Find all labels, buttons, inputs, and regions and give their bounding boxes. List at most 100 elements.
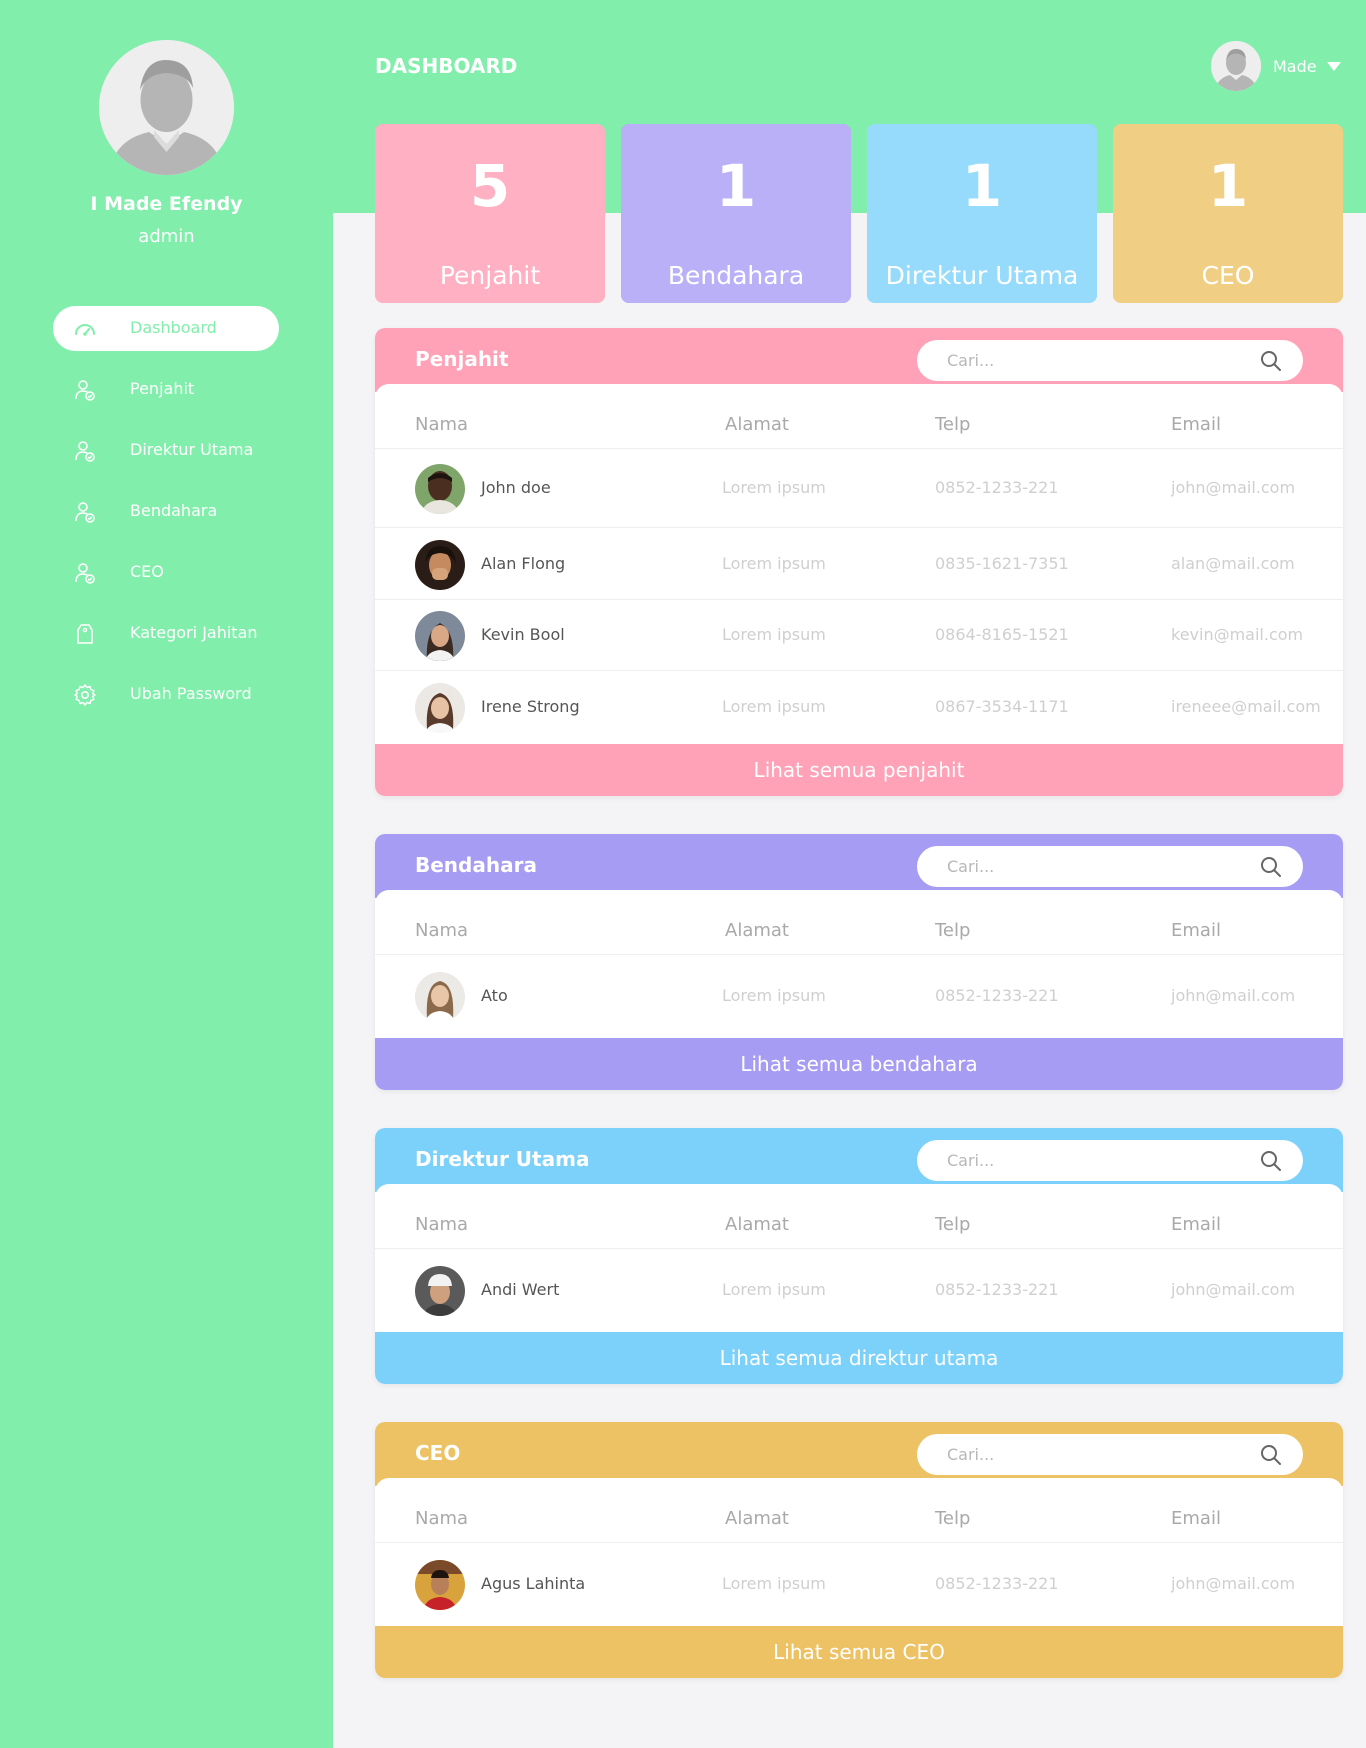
cell-email: john@mail.com <box>1171 478 1296 497</box>
person-photo-icon <box>415 683 465 733</box>
view-all-bendahara-button[interactable]: Lihat semua bendahara <box>375 1038 1343 1090</box>
search-input[interactable]: Cari... <box>917 1140 1303 1181</box>
sidebar-item-bendahara[interactable]: Bendahara <box>53 489 279 534</box>
user-check-icon <box>75 380 95 401</box>
stat-card-bendahara[interactable]: 1 Bendahara <box>621 124 851 303</box>
person-photo-icon <box>415 464 465 514</box>
button-label: Lihat semua direktur utama <box>719 1346 999 1370</box>
cell-alamat: Lorem ipsum <box>722 1280 826 1299</box>
sidebar-item-label: Ubah Password <box>130 684 252 703</box>
search-icon[interactable] <box>1259 349 1283 373</box>
cell-email: alan@mail.com <box>1171 554 1295 573</box>
avatar <box>415 1560 465 1610</box>
stat-count: 1 <box>715 152 757 220</box>
sidebar-nav: Dashboard Penjahit Direktur Utama Bendah… <box>53 306 279 733</box>
column-email: Email <box>1171 414 1221 435</box>
sidebar-item-kategori-jahitan[interactable]: Kategori Jahitan <box>53 611 279 656</box>
table-header: Nama Alamat Telp Email <box>375 392 1343 449</box>
stat-card-direktur-utama[interactable]: 1 Direktur Utama <box>867 124 1097 303</box>
panel-title: Penjahit <box>415 347 509 371</box>
search-input[interactable]: Cari... <box>917 340 1303 381</box>
cell-alamat: Lorem ipsum <box>722 1574 826 1593</box>
avatar <box>415 540 465 590</box>
avatar <box>415 611 465 661</box>
cell-email: john@mail.com <box>1171 1574 1296 1593</box>
cell-alamat: Lorem ipsum <box>722 625 826 644</box>
person-photo-icon <box>415 1266 465 1316</box>
column-nama: Nama <box>415 1214 469 1235</box>
sidebar-item-label: Dashboard <box>130 318 217 337</box>
search-placeholder: Cari... <box>947 1445 995 1464</box>
table-row[interactable]: Irene Strong Lorem ipsum 0867-3534-1171 … <box>375 672 1343 744</box>
search-input[interactable]: Cari... <box>917 1434 1303 1475</box>
column-email: Email <box>1171 1214 1221 1235</box>
column-alamat: Alamat <box>725 1214 789 1235</box>
user-check-icon <box>75 441 95 462</box>
cell-nama: Andi Wert <box>481 1280 560 1299</box>
avatar <box>415 683 465 733</box>
table-row[interactable]: Agus Lahinta Lorem ipsum 0852-1233-221 j… <box>375 1544 1343 1626</box>
column-telp: Telp <box>935 1508 971 1529</box>
cell-alamat: Lorem ipsum <box>722 697 826 716</box>
profile-name: I Made Efendy <box>90 193 243 215</box>
button-label: Lihat semua penjahit <box>753 758 965 782</box>
search-icon[interactable] <box>1259 855 1283 879</box>
sidebar-item-label: Direktur Utama <box>130 440 254 459</box>
cell-telp: 0852-1233-221 <box>935 986 1059 1005</box>
stat-label: CEO <box>1201 261 1255 290</box>
cell-nama: Alan Flong <box>481 554 566 573</box>
cell-telp: 0852-1233-221 <box>935 478 1059 497</box>
cell-alamat: Lorem ipsum <box>722 986 826 1005</box>
view-all-penjahit-button[interactable]: Lihat semua penjahit <box>375 744 1343 796</box>
column-nama: Nama <box>415 1508 469 1529</box>
stat-card-ceo[interactable]: 1 CEO <box>1113 124 1343 303</box>
table-row[interactable]: Ato Lorem ipsum 0852-1233-221 john@mail.… <box>375 956 1343 1038</box>
search-icon[interactable] <box>1259 1149 1283 1173</box>
avatar <box>1211 41 1261 91</box>
sidebar-item-direktur-utama[interactable]: Direktur Utama <box>53 428 279 473</box>
table-header: Nama Alamat Telp Email <box>375 1192 1343 1249</box>
table-row[interactable]: Andi Wert Lorem ipsum 0852-1233-221 john… <box>375 1250 1343 1332</box>
sidebar-item-penjahit[interactable]: Penjahit <box>53 367 279 412</box>
stat-card-penjahit[interactable]: 5 Penjahit <box>375 124 605 303</box>
table-row[interactable]: John doe Lorem ipsum 0852-1233-221 john@… <box>375 450 1343 528</box>
user-menu[interactable]: Made <box>1211 40 1341 92</box>
stat-label: Penjahit <box>439 261 541 290</box>
table-header: Nama Alamat Telp Email <box>375 1486 1343 1543</box>
caret-down-icon <box>1326 61 1341 71</box>
cell-telp: 0835-1621-7351 <box>935 554 1069 573</box>
sidebar-item-ceo[interactable]: CEO <box>53 550 279 595</box>
sidebar-item-label: Kategori Jahitan <box>130 623 258 642</box>
gauge-icon <box>75 324 95 336</box>
search-placeholder: Cari... <box>947 1151 995 1170</box>
column-alamat: Alamat <box>725 414 789 435</box>
cell-nama: Agus Lahinta <box>481 1574 586 1593</box>
cell-telp: 0852-1233-221 <box>935 1574 1059 1593</box>
cell-email: john@mail.com <box>1171 986 1296 1005</box>
button-label: Lihat semua bendahara <box>740 1052 978 1076</box>
column-telp: Telp <box>935 1214 971 1235</box>
sidebar-item-ubah-password[interactable]: Ubah Password <box>53 672 279 717</box>
search-input[interactable]: Cari... <box>917 846 1303 887</box>
cell-telp: 0852-1233-221 <box>935 1280 1059 1299</box>
table-row[interactable]: Kevin Bool Lorem ipsum 0864-8165-1521 ke… <box>375 601 1343 671</box>
view-all-ceo-button[interactable]: Lihat semua CEO <box>375 1626 1343 1678</box>
tag-icon <box>77 624 93 644</box>
cell-email: ireneee@mail.com <box>1171 697 1321 716</box>
table-row[interactable]: Alan Flong Lorem ipsum 0835-1621-7351 al… <box>375 529 1343 600</box>
sidebar-item-label: Penjahit <box>130 379 195 398</box>
cell-email: kevin@mail.com <box>1171 625 1304 644</box>
sidebar-item-dashboard[interactable]: Dashboard <box>53 306 279 351</box>
stat-count: 1 <box>1207 152 1249 220</box>
cell-alamat: Lorem ipsum <box>722 554 826 573</box>
panel-direktur-utama: Direktur Utama Cari... Nama Alamat Telp … <box>375 1128 1343 1384</box>
gear-icon <box>74 684 96 706</box>
cell-alamat: Lorem ipsum <box>722 478 826 497</box>
search-placeholder: Cari... <box>947 351 995 370</box>
stat-count: 5 <box>469 152 511 220</box>
person-photo-icon <box>415 611 465 661</box>
search-icon[interactable] <box>1259 1443 1283 1467</box>
cell-nama: Irene Strong <box>481 697 580 716</box>
view-all-direktur-utama-button[interactable]: Lihat semua direktur utama <box>375 1332 1343 1384</box>
sidebar-item-label: CEO <box>130 562 164 581</box>
